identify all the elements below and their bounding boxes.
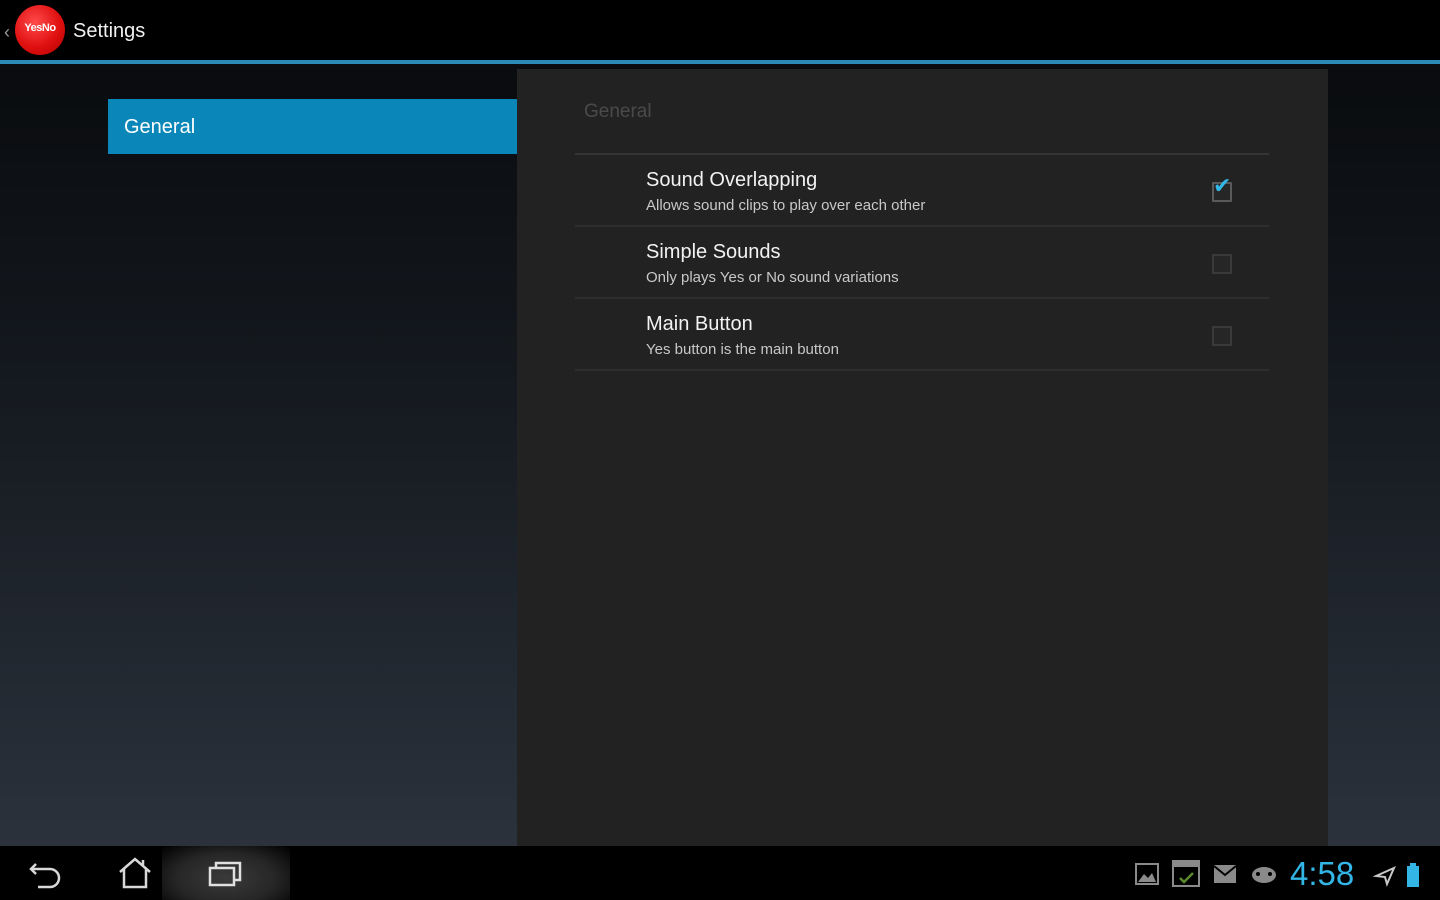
main-button-checkbox[interactable]: [1212, 326, 1232, 346]
status-clock[interactable]: 4:58: [1290, 855, 1354, 893]
system-bar: 4:58: [0, 846, 1440, 900]
pref-simple-sounds[interactable]: Simple Sounds Only plays Yes or No sound…: [575, 227, 1269, 299]
app-logo-text: YesNo: [24, 22, 56, 34]
recent-apps-button[interactable]: [162, 846, 290, 900]
back-icon: [29, 863, 61, 889]
calendar-icon[interactable]: [1171, 858, 1201, 888]
pref-title: Main Button: [646, 313, 753, 335]
gamepad-icon[interactable]: [1250, 863, 1278, 885]
email-icon[interactable]: [1212, 863, 1238, 885]
airplane-mode-icon[interactable]: [1373, 863, 1397, 887]
battery-icon[interactable]: [1404, 862, 1422, 888]
up-navigation-icon[interactable]: ‹: [4, 22, 14, 42]
gallery-icon[interactable]: [1134, 861, 1160, 887]
category-title: General: [584, 101, 652, 122]
pref-summary: Allows sound clips to play over each oth…: [646, 197, 926, 214]
pref-title: Simple Sounds: [646, 241, 781, 263]
header-item-general[interactable]: General: [108, 99, 517, 154]
app-logo[interactable]: YesNo: [15, 5, 65, 55]
action-bar: ‹ YesNo Settings: [0, 0, 1440, 64]
settings-content: General General Sound Overlapping Allows…: [0, 64, 1440, 846]
sound-overlapping-checkbox[interactable]: ✔: [1212, 175, 1232, 202]
pref-summary: Yes button is the main button: [646, 341, 839, 358]
pref-main-button[interactable]: Main Button Yes button is the main butto…: [575, 299, 1269, 371]
page-title: Settings: [73, 20, 146, 42]
simple-sounds-checkbox[interactable]: [1212, 254, 1232, 274]
pref-sound-overlapping[interactable]: Sound Overlapping Allows sound clips to …: [575, 155, 1269, 227]
back-button[interactable]: [0, 846, 90, 900]
row-divider: [575, 369, 1269, 371]
recent-apps-icon: [208, 861, 242, 887]
home-icon: [119, 857, 151, 889]
pref-summary: Only plays Yes or No sound variations: [646, 269, 899, 286]
preferences-panel: General Sound Overlapping Allows sound c…: [517, 69, 1328, 846]
header-item-label: General: [124, 116, 196, 138]
pref-title: Sound Overlapping: [646, 169, 818, 191]
checkmark-icon: ✔: [1213, 173, 1232, 198]
